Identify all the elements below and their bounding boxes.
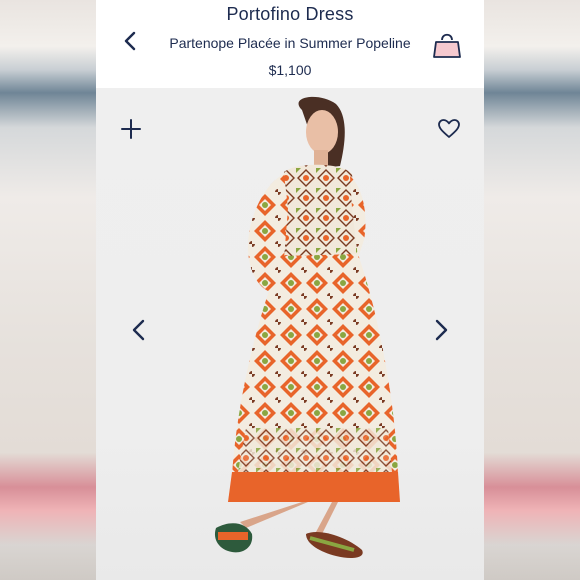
product-price: $1,100	[268, 62, 312, 78]
product-header: Portofino Dress Partenope Placée in Summ…	[96, 0, 484, 88]
product-screen: Portofino Dress Partenope Placée in Summ…	[96, 0, 484, 580]
next-image-button[interactable]	[430, 316, 454, 344]
product-subtitle: Partenope Placée in Summer Popeline	[169, 35, 411, 51]
chevron-left-icon	[132, 319, 145, 341]
shopping-bag-button[interactable]	[432, 28, 462, 60]
product-image[interactable]	[96, 88, 484, 580]
product-title: Portofino Dress	[226, 4, 354, 24]
shopping-bag-icon	[433, 33, 461, 58]
plus-icon	[121, 119, 141, 139]
previous-image-button[interactable]	[126, 316, 150, 344]
model-in-dress-illustration	[214, 96, 400, 558]
chevron-right-icon	[435, 319, 448, 341]
add-button[interactable]	[118, 116, 144, 142]
heart-icon	[438, 119, 460, 138]
favorite-button[interactable]	[436, 116, 462, 142]
